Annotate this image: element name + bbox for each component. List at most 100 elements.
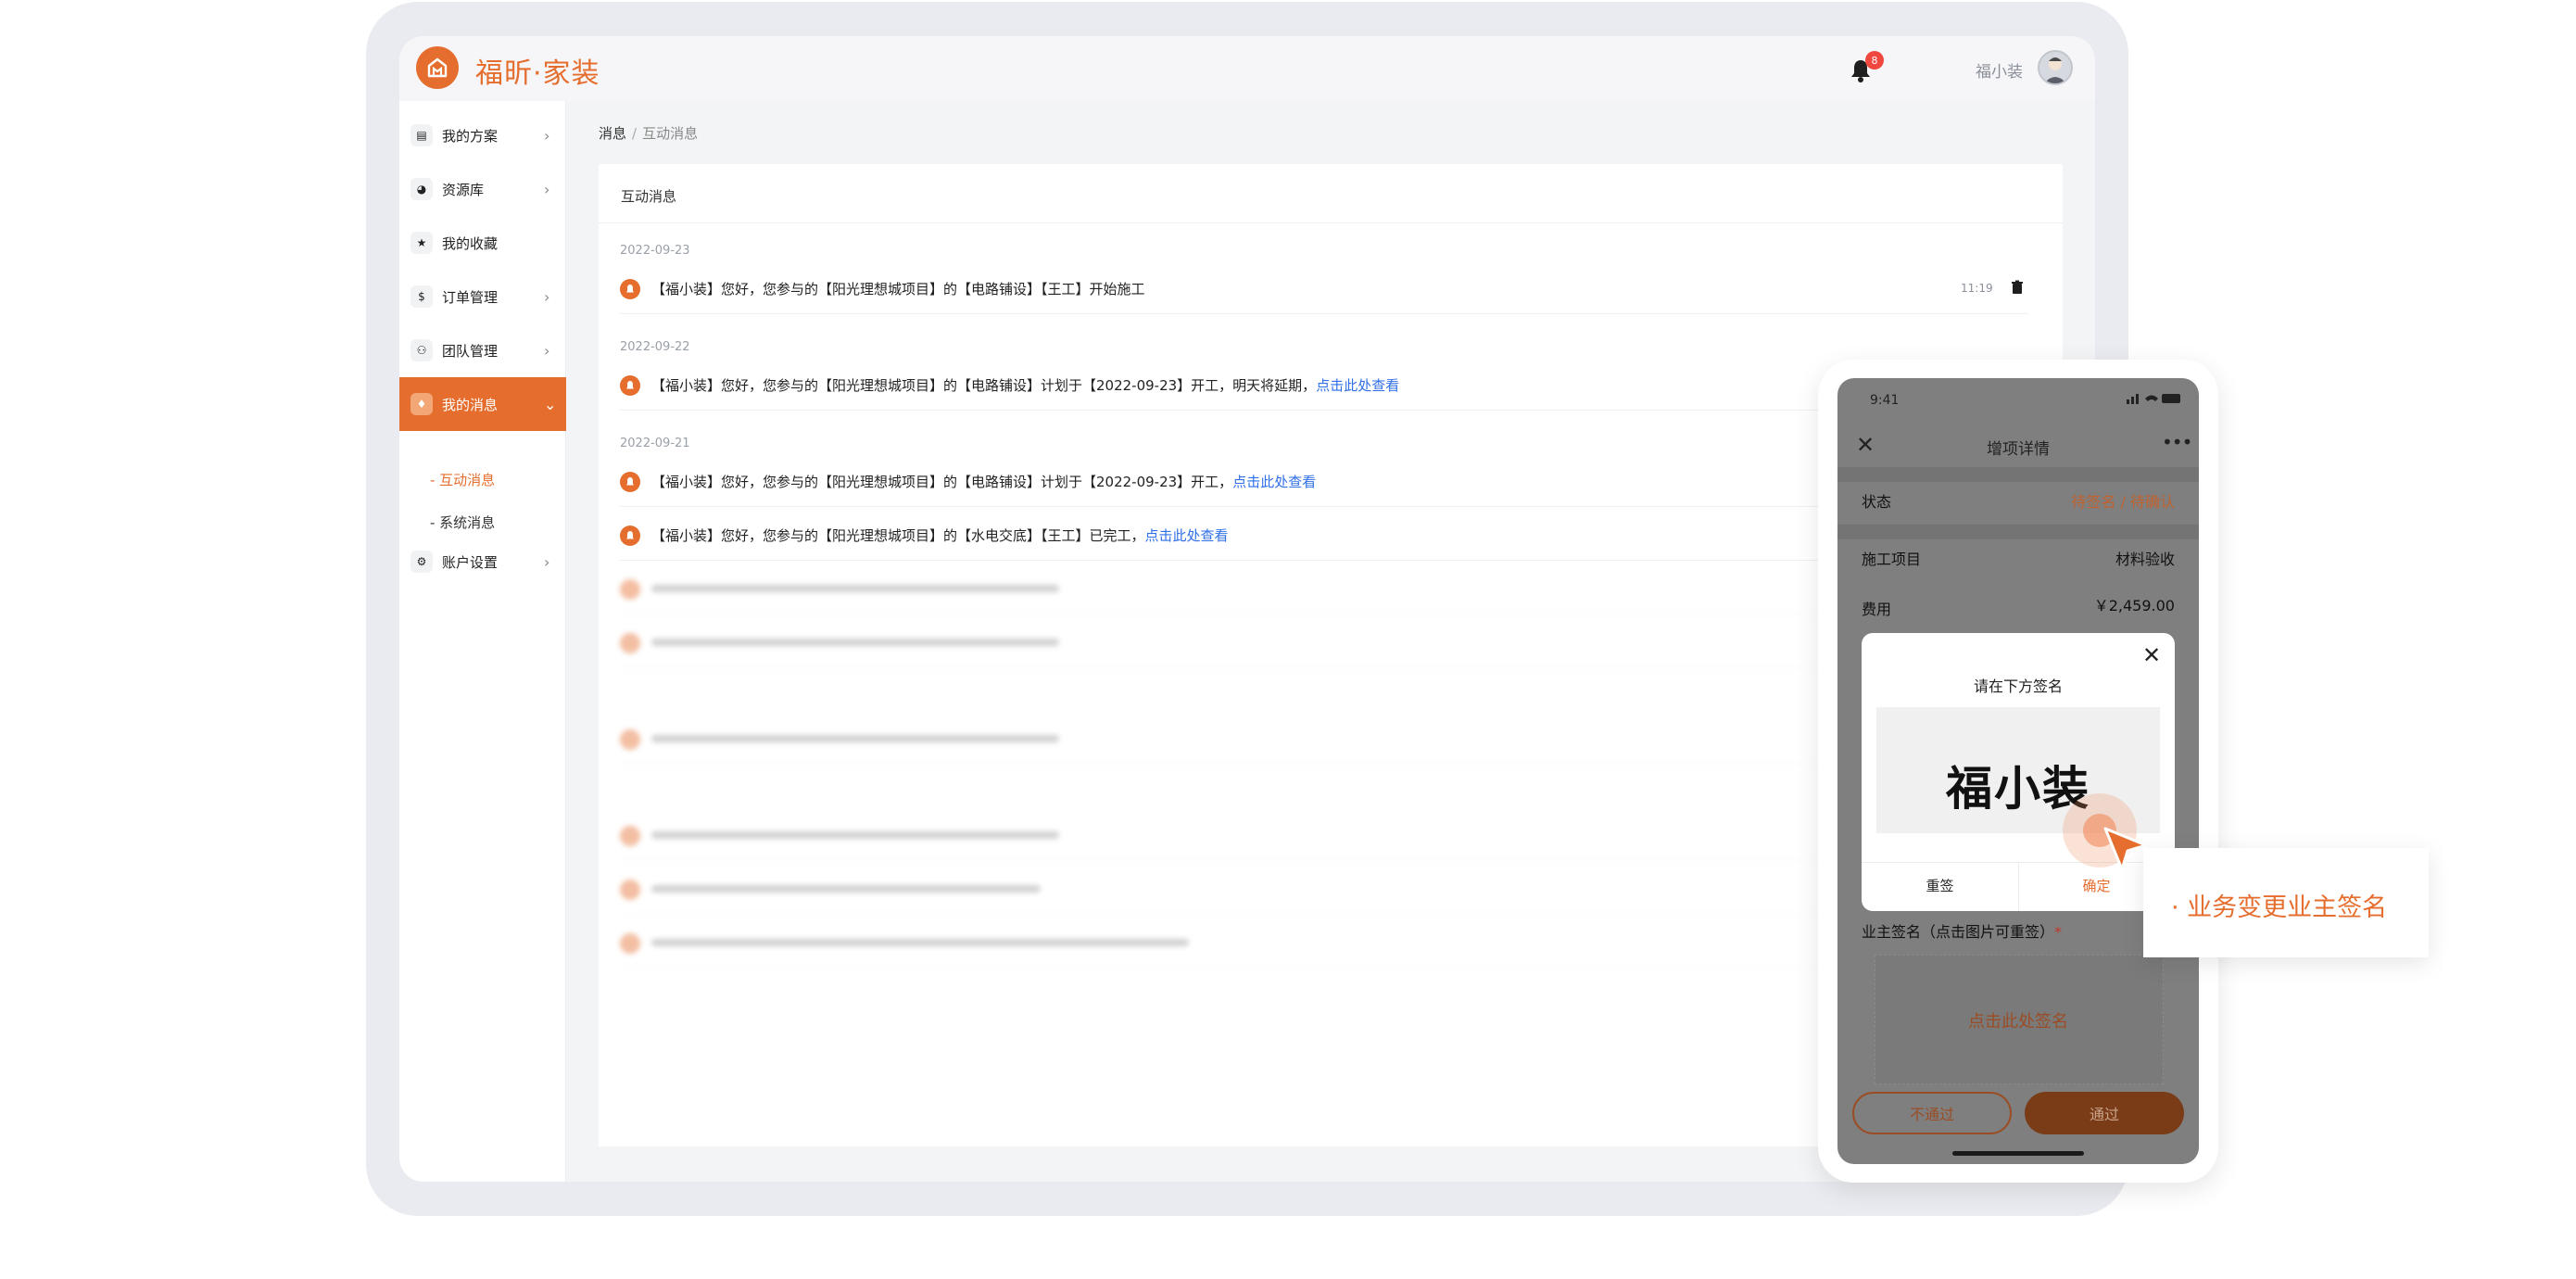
sign-label-text: 业主签名（点击图片可重签）	[1862, 923, 2055, 941]
status-value: 待签名 / 待确认	[2071, 493, 2175, 511]
page-title: 增项详情	[1987, 440, 2050, 459]
list-item[interactable]: 【福小装】您好，您参与的【阳光理想城项目】的【电路铺设】【王工】开始施工 11:…	[620, 260, 2028, 314]
divider	[1837, 467, 2199, 482]
sidebar-item-account[interactable]: ⚙ 账户设置 ›	[399, 535, 566, 589]
divider	[599, 222, 2063, 223]
chevron-right-icon: ›	[544, 126, 550, 145]
bell-icon: ♦	[410, 393, 433, 415]
bell-icon	[620, 375, 640, 396]
chevron-down-icon: ⌄	[544, 395, 557, 413]
sidebar-item-orders[interactable]: $ 订单管理 ›	[399, 270, 566, 323]
pass-button[interactable]: 通过	[2025, 1092, 2184, 1134]
bell-icon	[620, 279, 640, 299]
bell-icon	[620, 472, 640, 492]
sign-hint[interactable]: 点击此处签名	[1837, 1008, 2199, 1032]
sidebar-item-messages[interactable]: ♦ 我的消息 ⌄	[399, 377, 566, 431]
sidebar-item-label: 订单管理	[442, 288, 499, 306]
modal-title: 请在下方签名	[1973, 677, 2063, 695]
bell-icon	[620, 526, 640, 546]
message-text: 【福小装】您好，您参与的【阳光理想城项目】的【电路铺设】计划于【2022-09-…	[651, 375, 1399, 395]
list-item[interactable]: 【福小装】您好，您参与的【阳光理想城项目】的【电路铺设】计划于【2022-09-…	[620, 453, 2028, 507]
message-time: 11:19	[1961, 282, 1993, 295]
breadcrumb-current: 互动消息	[642, 125, 699, 142]
message-body: 【福小装】您好，您参与的【阳光理想城项目】的【电路铺设】计划于【2022-09-…	[651, 474, 1233, 490]
sidebar-subitem-system[interactable]: - 系统消息	[430, 513, 495, 532]
status-label: 状态	[1862, 493, 1892, 511]
project-label: 施工项目	[1862, 551, 1922, 568]
sidebar-item-label: 团队管理	[442, 342, 499, 360]
project-value: 材料验收	[2115, 551, 2175, 568]
sidebar-item-resources[interactable]: ◕ 资源库 ›	[399, 162, 566, 216]
feature-callout: · 业务变更业主签名	[2143, 848, 2429, 957]
notification-badge: 8	[1865, 51, 1884, 70]
breadcrumb-root[interactable]: 消息	[599, 125, 626, 142]
gear-icon: ⚙	[410, 551, 433, 573]
list-item	[620, 711, 2028, 765]
reset-button[interactable]: 重签	[1862, 876, 2018, 895]
dollar-icon: $	[410, 285, 433, 308]
placeholder-bar	[651, 885, 1041, 893]
avatar[interactable]	[2038, 50, 2073, 85]
message-text: 【福小装】您好，您参与的【阳光理想城项目】的【电路铺设】计划于【2022-09-…	[651, 472, 1316, 491]
bell-icon	[620, 729, 640, 750]
palette-icon: ◕	[410, 178, 433, 200]
sidebar-item-label: 我的收藏	[442, 234, 499, 252]
reject-button[interactable]: 不通过	[1852, 1092, 2012, 1134]
list-item	[620, 614, 2028, 668]
sidebar-item-team[interactable]: ⚇ 团队管理 ›	[399, 323, 566, 377]
top-bar: 福昕·家装 8 福小装	[399, 36, 2095, 101]
required-mark: *	[2054, 923, 2063, 941]
chevron-right-icon: ›	[544, 180, 550, 198]
user-name[interactable]: 福小装	[1976, 58, 2023, 82]
message-text: 【福小装】您好，您参与的【阳光理想城项目】的【电路铺设】【王工】开始施工	[651, 281, 1145, 298]
close-icon[interactable]: ✕	[2142, 642, 2161, 668]
breadcrumb: 消息 / 互动消息	[599, 123, 698, 143]
sidebar-item-label: 我的消息	[442, 396, 499, 413]
placeholder-bar	[651, 939, 1189, 946]
sidebar-item-plans[interactable]: ▤ 我的方案 ›	[399, 108, 566, 162]
stage: 福昕·家装 8 福小装 ▤ 我的方案 › ◕ 资源库 › ★ 我的收藏 $ 订单…	[0, 0, 2576, 1279]
list-item[interactable]: 【福小装】您好，您参与的【阳光理想城项目】的【电路铺设】计划于【2022-09-…	[620, 357, 2028, 411]
bell-icon	[620, 826, 640, 846]
status-icons	[2127, 394, 2180, 404]
bell-icon	[620, 579, 640, 600]
placeholder-bar	[651, 735, 1059, 742]
chevron-right-icon: ›	[544, 341, 550, 360]
bell-icon	[620, 933, 640, 954]
document-icon: ▤	[410, 124, 433, 146]
fee-value: ￥2,459.00	[2093, 597, 2175, 614]
more-icon[interactable]: •••	[2162, 431, 2192, 453]
logo-text: 福昕·家装	[475, 57, 600, 90]
list-item	[620, 807, 2028, 861]
placeholder-bar	[651, 639, 1059, 646]
logo-icon	[416, 46, 459, 89]
message-body: 【福小装】您好，您参与的【阳光理想城项目】的【电路铺设】计划于【2022-09-…	[651, 377, 1317, 394]
placeholder-bar	[651, 831, 1059, 839]
placeholder-bar	[651, 585, 1059, 592]
date-group: 2022-09-21	[620, 437, 690, 450]
divider	[1837, 525, 2199, 539]
sidebar-subitem-interactive[interactable]: - 互动消息	[430, 470, 495, 489]
view-link[interactable]: 点击此处查看	[1145, 527, 1229, 544]
sign-label: 业主签名（点击图片可重签）*	[1862, 919, 2062, 942]
message-text: 【福小装】您好，您参与的【阳光理想城项目】的【水电交底】【王工】已完工，点击此处…	[651, 526, 1229, 545]
status-time: 9:41	[1870, 393, 1900, 408]
sidebar-item-label: 资源库	[442, 181, 485, 198]
list-item	[620, 861, 2028, 915]
sidebar: ▤ 我的方案 › ◕ 资源库 › ★ 我的收藏 $ 订单管理 › ⚇ 团队管理	[399, 101, 566, 1182]
list-item[interactable]: 【福小装】您好，您参与的【阳光理想城项目】的【水电交底】【王工】已完工，点击此处…	[620, 507, 2028, 561]
home-indicator	[1952, 1151, 2084, 1156]
callout-text: · 业务变更业主签名	[2171, 893, 2388, 922]
view-link[interactable]: 点击此处查看	[1316, 377, 1399, 394]
panel-title: 互动消息	[621, 188, 677, 205]
sidebar-item-label: 账户设置	[442, 553, 499, 571]
list-item	[620, 915, 2028, 969]
fee-label: 费用	[1862, 601, 1892, 618]
star-icon: ★	[410, 232, 433, 254]
chevron-right-icon: ›	[544, 552, 550, 571]
sidebar-item-favorites[interactable]: ★ 我的收藏	[399, 216, 566, 270]
trash-icon[interactable]	[2010, 280, 2025, 295]
date-group: 2022-09-23	[620, 244, 690, 258]
chevron-right-icon: ›	[544, 287, 550, 306]
view-link[interactable]: 点击此处查看	[1232, 474, 1316, 490]
